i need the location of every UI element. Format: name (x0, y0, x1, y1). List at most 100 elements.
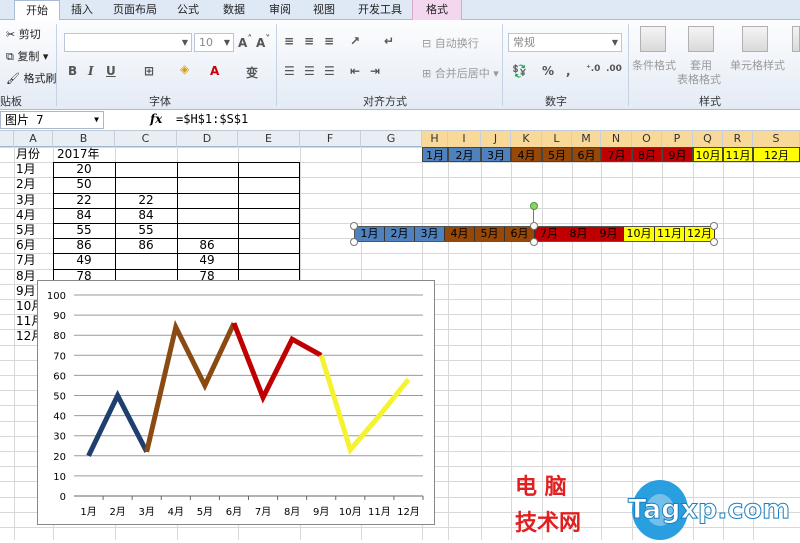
cell-value-d[interactable] (178, 208, 236, 223)
phonetic-icon[interactable]: 变 (246, 64, 258, 81)
cell-value-b[interactable]: 84 (55, 208, 113, 223)
column-header-J[interactable]: J (481, 131, 511, 147)
column-header-N[interactable]: N (601, 131, 632, 147)
column-header-F[interactable]: F (300, 131, 361, 147)
table-format-label[interactable]: 表格格式 (677, 71, 721, 87)
decrease-indent-icon[interactable]: ⇤ (350, 64, 360, 78)
border-icon[interactable]: ⊞ (144, 64, 154, 78)
align-center-icon[interactable]: ☰ (304, 64, 315, 78)
month-header-cell[interactable]: 6月 (572, 147, 601, 162)
cell-value-c[interactable]: 55 (116, 223, 176, 238)
column-header-A[interactable]: A (14, 131, 53, 147)
month-header-cell[interactable]: 3月 (481, 147, 511, 162)
cell-month[interactable]: 4月 (14, 208, 53, 223)
column-header-R[interactable]: R (723, 131, 753, 147)
cell-month[interactable]: 6月 (14, 238, 53, 253)
formula-input[interactable]: =$H$1:$S$1 (176, 112, 248, 126)
series-line-segment-2[interactable] (147, 323, 234, 452)
align-left-icon[interactable]: ☰ (284, 64, 295, 78)
cell-month[interactable]: 7月 (14, 253, 53, 268)
column-header-S[interactable]: S (753, 131, 800, 147)
cell-value-c[interactable] (116, 162, 176, 177)
font-size-select[interactable]: 10▼ (194, 33, 234, 52)
month-header-cell[interactable]: 5月 (542, 147, 572, 162)
month-header-cell[interactable]: 10月 (693, 147, 723, 162)
column-header-D[interactable]: D (177, 131, 238, 147)
number-format-select[interactable]: 常规▼ (508, 33, 622, 52)
column-header-M[interactable]: M (572, 131, 601, 147)
underline-icon[interactable]: U (106, 64, 116, 78)
cell-value-b[interactable]: 22 (55, 193, 113, 208)
column-header-O[interactable]: O (632, 131, 662, 147)
comma-button[interactable]: , (566, 64, 571, 78)
column-header-B[interactable]: B (53, 131, 115, 147)
column-header-G[interactable]: G (361, 131, 422, 147)
cell-value-b[interactable]: 20 (55, 162, 113, 177)
font-family-select[interactable]: ▼ (64, 33, 192, 52)
cell-month[interactable]: 5月 (14, 223, 53, 238)
column-header-K[interactable]: K (511, 131, 542, 147)
cell-value-b[interactable]: 55 (55, 223, 113, 238)
month-header-cell[interactable]: 7月 (601, 147, 632, 162)
resize-handle[interactable] (350, 238, 358, 246)
cell-value-d[interactable] (178, 162, 236, 177)
increase-indent-icon[interactable]: ⇥ (370, 64, 380, 78)
column-header-H[interactable]: H (422, 131, 448, 147)
cell-value-d[interactable]: 86 (178, 238, 236, 253)
fx-icon[interactable]: fx (150, 112, 162, 126)
cell-value-c[interactable]: 86 (116, 238, 176, 253)
merge-center-button[interactable]: ⊞ 合并后居中 ▾ (422, 65, 499, 81)
line-chart[interactable]: 01020304050607080901001月2月3月4月5月6月7月8月9月… (37, 280, 435, 525)
conditional-format-label[interactable]: 条件格式 (632, 57, 676, 73)
tab-home[interactable]: 开始 (14, 0, 60, 21)
copy-button[interactable]: ⧉ 复制 ▾ (6, 48, 48, 64)
tab-developer[interactable]: 开发工具 (348, 0, 412, 20)
cell-value-d[interactable]: 49 (178, 253, 236, 268)
column-header-Q[interactable]: Q (693, 131, 723, 147)
align-bottom-icon[interactable]: ≡ (324, 34, 334, 48)
column-header-I[interactable]: I (448, 131, 481, 147)
cut-button[interactable]: ✂ 剪切 (6, 26, 41, 42)
resize-handle[interactable] (710, 222, 718, 230)
percent-button[interactable]: % (542, 64, 554, 78)
shrink-font-icon[interactable]: A˅ (256, 34, 270, 50)
cell-value-c[interactable] (116, 253, 176, 268)
bold-icon[interactable]: B (68, 64, 77, 78)
wrap-text-button[interactable]: ⊟ 自动换行 (422, 35, 479, 51)
month-header-cell[interactable]: 4月 (511, 147, 542, 162)
column-header-E[interactable]: E (238, 131, 300, 147)
resize-handle[interactable] (530, 238, 538, 246)
series-line-segment-3[interactable] (234, 323, 321, 397)
insert-icon[interactable] (792, 26, 800, 52)
column-header-C[interactable]: C (115, 131, 177, 147)
resize-handle[interactable] (710, 238, 718, 246)
tab-review[interactable]: 审阅 (258, 0, 302, 20)
month-header-cell[interactable]: 9月 (662, 147, 693, 162)
decrease-decimal-icon[interactable]: .00 (606, 64, 622, 74)
currency-icon[interactable]: 💱 (512, 64, 527, 78)
increase-decimal-icon[interactable]: ⁺.0 (586, 64, 600, 74)
align-middle-icon[interactable]: ≡ (304, 34, 314, 48)
cell-value-b[interactable]: 49 (55, 253, 113, 268)
grow-font-icon[interactable]: A˄ (238, 34, 252, 50)
month-header-cell[interactable]: 8月 (632, 147, 662, 162)
tab-data[interactable]: 数据 (212, 0, 256, 20)
cell-styles-label[interactable]: 单元格样式 (730, 57, 785, 73)
column-header-L[interactable]: L (542, 131, 572, 147)
cell-header-2017[interactable]: 2017年 (55, 147, 115, 162)
table-format-icon[interactable] (688, 26, 714, 52)
month-header-cell[interactable]: 1月 (422, 147, 448, 162)
tab-view[interactable]: 视图 (304, 0, 344, 20)
conditional-format-icon[interactable] (640, 26, 666, 52)
font-color-icon[interactable]: A (210, 64, 219, 78)
month-header-cell[interactable]: 2月 (448, 147, 481, 162)
resize-handle[interactable] (530, 222, 538, 230)
cell-value-d[interactable] (178, 177, 236, 192)
cell-value-b[interactable]: 50 (55, 177, 113, 192)
cell-month[interactable]: 2月 (14, 177, 53, 192)
rotate-handle[interactable] (530, 202, 538, 210)
cell-styles-icon[interactable] (742, 26, 768, 52)
resize-handle[interactable] (350, 222, 358, 230)
series-line-segment-1[interactable] (89, 396, 147, 456)
cell-header-month[interactable]: 月份 (14, 147, 53, 162)
